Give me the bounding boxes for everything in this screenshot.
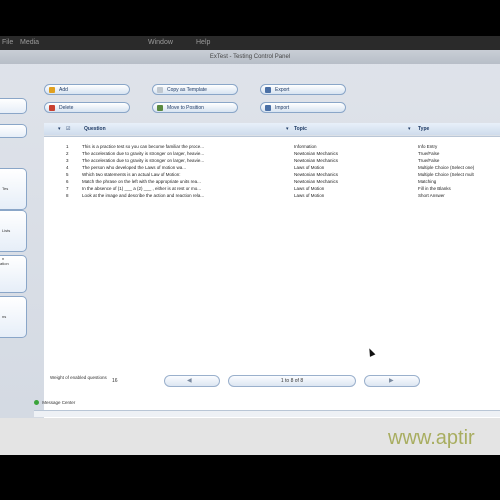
- previous-arrow-icon: ◀: [187, 378, 192, 384]
- move-icon: [157, 105, 163, 111]
- page-status: 1 to 8 of 8: [228, 375, 356, 387]
- export-icon: [265, 87, 271, 93]
- add-button[interactable]: Add: [44, 84, 130, 95]
- import-icon: [265, 105, 271, 111]
- row-topic: Information: [294, 144, 317, 149]
- sidebar-item-tests[interactable]: Tes: [0, 168, 27, 210]
- row-question: In the absence of (1) ___ a (2) ___ , ei…: [82, 186, 202, 191]
- row-topic: Newtonian Mechanics: [294, 179, 339, 184]
- row-number: 5: [66, 172, 69, 177]
- row-type: Multiple Choice (Select one): [418, 165, 475, 170]
- row-type: True/False: [418, 158, 440, 163]
- row-question: The acceleration due to gravity is stron…: [82, 158, 205, 163]
- weight-label: Weight of enabled questions: [50, 375, 107, 380]
- row-number: 7: [66, 186, 69, 191]
- delete-label: Delete: [59, 105, 74, 111]
- message-center-label: Message Center: [42, 400, 76, 405]
- table-row[interactable]: 6 Match the phrase on the left with the …: [44, 178, 500, 185]
- sort-icon[interactable]: ▾: [58, 123, 61, 135]
- row-topic: Laws of Motion: [294, 186, 325, 191]
- row-topic: Laws of Motion: [294, 193, 325, 198]
- row-question: Look at the image and describe the actio…: [82, 193, 205, 198]
- top-menubar: File Media Window Help: [0, 36, 500, 50]
- table-row[interactable]: 4 The person who developed the Laws of m…: [44, 164, 500, 171]
- row-question: The person who developed the Laws of mot…: [82, 165, 187, 170]
- row-question: The acceleration due to gravity is stron…: [82, 151, 205, 156]
- row-type: Matching: [418, 179, 437, 184]
- row-type: Short Answer: [418, 193, 445, 198]
- row-question: This is a practice test so you can becom…: [82, 144, 205, 149]
- add-icon: [49, 87, 55, 93]
- copy-as-template-label: Copy as Template: [167, 87, 207, 93]
- row-topic: Newtonian Mechanics: [294, 158, 339, 163]
- table-row[interactable]: 7 In the absence of (1) ___ a (2) ___ , …: [44, 185, 500, 192]
- table-header: ▾ ☑ Question ▾ Topic ▾ Type: [44, 123, 500, 135]
- table-row[interactable]: 8 Look at the image and describe the act…: [44, 192, 500, 199]
- menu-help[interactable]: Help: [196, 36, 210, 50]
- previous-page-button[interactable]: ◀: [164, 375, 220, 387]
- import-label: Import: [275, 105, 290, 111]
- row-type: True/False: [418, 151, 440, 156]
- column-sort-icon-topic: ▾: [286, 126, 289, 132]
- window-titlebar: ExTest - Testing Control Panel: [0, 50, 500, 64]
- sidebar-item-5[interactable]: ns: [0, 296, 27, 338]
- sidebar-item-1[interactable]: [0, 98, 27, 114]
- app-window: ExTest - Testing Control Panel Tes Lists…: [0, 50, 500, 454]
- table-row[interactable]: 3 The acceleration due to gravity is str…: [44, 157, 500, 164]
- row-number: 3: [66, 158, 69, 163]
- row-number: 4: [66, 165, 69, 170]
- delete-button[interactable]: Delete: [44, 102, 130, 113]
- next-page-button[interactable]: ▶: [364, 375, 420, 387]
- row-topic: Laws of Motion: [294, 165, 325, 170]
- row-question: Match the phrase on the left with the ap…: [82, 179, 201, 184]
- menu-file[interactable]: File: [2, 36, 13, 50]
- row-topic: Newtonian Mechanics: [294, 151, 339, 156]
- sidebar-item-lists[interactable]: Lists: [0, 210, 27, 252]
- message-center[interactable]: Message Center: [34, 399, 75, 407]
- status-dot-icon: [34, 400, 39, 406]
- sidebar-item-information[interactable]: n ation: [0, 255, 27, 293]
- move-to-position-label: Move to Position: [167, 105, 204, 111]
- row-type: Fill in the Blanks: [418, 186, 451, 191]
- next-arrow-icon: ▶: [389, 378, 394, 384]
- export-label: Export: [275, 87, 290, 93]
- menu-media[interactable]: Media: [20, 36, 39, 50]
- copy-as-template-button[interactable]: Copy as Template: [152, 84, 238, 95]
- delete-icon: [49, 105, 55, 111]
- table-row[interactable]: 1 This is a practice test so you can bec…: [44, 143, 500, 150]
- column-header-type[interactable]: Type: [418, 123, 429, 135]
- select-all-checkbox[interactable]: ☑: [66, 123, 70, 135]
- row-number: 1: [66, 144, 69, 149]
- row-number: 2: [66, 151, 69, 156]
- import-button[interactable]: Import: [260, 102, 346, 113]
- menu-window[interactable]: Window: [148, 36, 173, 50]
- row-number: 8: [66, 193, 69, 198]
- table-row[interactable]: 5 Which two statements is an actual Law …: [44, 171, 500, 178]
- column-header-topic[interactable]: Topic: [294, 123, 307, 135]
- add-label: Add: [59, 87, 68, 93]
- sidebar-item-2[interactable]: [0, 124, 27, 138]
- column-sort-icon-type: ▾: [408, 126, 411, 132]
- watermark: www.aptir: [388, 427, 475, 449]
- copy-icon: [157, 87, 163, 93]
- row-question: Which two statements is an actual Law of…: [82, 172, 181, 177]
- move-to-position-button[interactable]: Move to Position: [152, 102, 238, 113]
- row-type: Multiple Choice (Select mult: [418, 172, 474, 177]
- row-topic: Newtonian Mechanics: [294, 172, 339, 177]
- weight-value: 16: [112, 378, 118, 384]
- sidebar: Tes Lists n ation ns: [0, 90, 30, 430]
- message-bar: [34, 410, 500, 417]
- row-number: 6: [66, 179, 69, 184]
- export-button[interactable]: Export: [260, 84, 346, 95]
- row-type: Info Entry: [418, 144, 438, 149]
- column-header-question[interactable]: Question: [84, 123, 106, 135]
- table-row[interactable]: 2 The acceleration due to gravity is str…: [44, 150, 500, 157]
